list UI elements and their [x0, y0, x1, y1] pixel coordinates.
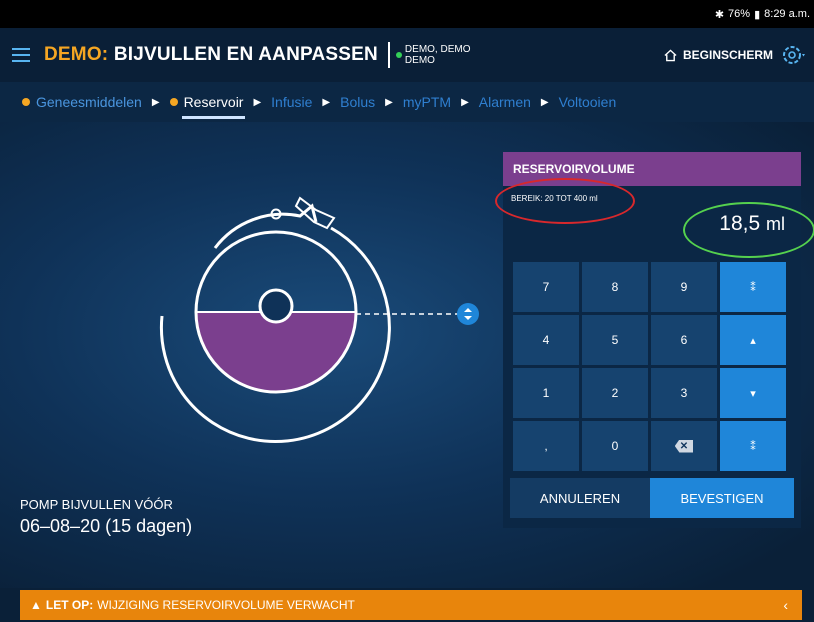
chevron-left-icon[interactable]: ‹	[783, 597, 788, 613]
warning-icon: ▲	[30, 598, 42, 612]
range-hint: BEREIK: 20 TOT 400 ml	[511, 194, 598, 203]
refill-date: 06–08–20 (15 dagen)	[20, 516, 193, 536]
main-content: RESERVOIRVOLUME BEREIK: 20 TOT 400 ml 18…	[0, 122, 814, 588]
panel-actions: ANNULEREN BEVESTIGEN	[510, 478, 794, 518]
step-label: Bolus	[340, 94, 376, 110]
home-button[interactable]: BEGINSCHERM	[664, 28, 773, 82]
bluetooth-icon: ✱	[714, 8, 725, 21]
step-myptm[interactable]: myPTM ▶	[403, 94, 479, 110]
step-arrow-icon: ▶	[151, 96, 160, 108]
patient-info: DEMO, DEMO DEMO	[395, 44, 471, 66]
numeric-keypad: 7 8 9 ⁑ 4 5 6 ▴ 1 2 3 ▾ , 0 ✕ ⁑	[513, 262, 793, 471]
step-label: Geneesmiddelen	[36, 94, 142, 110]
step-label: Alarmen	[478, 94, 531, 110]
key-comma[interactable]: ,	[513, 421, 579, 471]
patient-id: DEMO	[404, 55, 435, 66]
status-bar: ✱ 76% ▮ 8:29 a.m.	[0, 0, 814, 28]
level-adjust-handle[interactable]	[457, 303, 479, 325]
step-label: Reservoir	[181, 94, 246, 119]
header-divider	[387, 42, 390, 68]
step-label: Infusie	[271, 94, 313, 110]
key-4[interactable]: 4	[513, 315, 579, 365]
hamburger-menu-icon[interactable]	[12, 48, 30, 62]
reservoir-cap-outline	[213, 203, 318, 249]
double-chevron-up-icon: ⁑	[750, 281, 756, 294]
chevron-up-icon: ▴	[750, 334, 756, 347]
step-reservoir[interactable]: Reservoir ▶	[169, 94, 272, 119]
step-arrow-icon: ▶	[540, 96, 549, 108]
connection-status-dot	[395, 52, 402, 58]
step-arrow-icon: ▶	[461, 96, 469, 108]
volume-unit: ml	[766, 214, 785, 234]
step-done-dot	[22, 98, 30, 106]
double-chevron-down-icon: ⁑	[750, 440, 756, 453]
step-label: Voltooien	[558, 94, 617, 110]
step-label: myPTM	[402, 94, 452, 110]
key-0[interactable]: 0	[582, 421, 648, 471]
key-9[interactable]: 9	[651, 262, 717, 312]
step-arrow-icon: ▶	[385, 96, 393, 108]
key-8[interactable]: 8	[582, 262, 648, 312]
alert-text: WIJZIGING RESERVOIRVOLUME VERWACHT	[97, 598, 355, 612]
cancel-button[interactable]: ANNULEREN	[510, 478, 650, 518]
reservoir-illustration	[159, 196, 479, 444]
patient-name: DEMO, DEMO	[404, 44, 471, 55]
app-header: DEMO: BIJVULLEN EN AANPASSEN DEMO, DEMO …	[0, 28, 814, 82]
refill-before-label: POMP BIJVULLEN VÓÓR	[20, 497, 173, 512]
title-main: BIJVULLEN EN AANPASSEN	[113, 44, 378, 65]
backspace-button[interactable]: ✕	[651, 421, 717, 471]
confirm-button[interactable]: BEVESTIGEN	[650, 478, 794, 518]
gear-icon[interactable]	[780, 42, 806, 68]
key-6[interactable]: 6	[651, 315, 717, 365]
key-2[interactable]: 2	[582, 368, 648, 418]
step-arrow-icon: ▶	[322, 96, 331, 108]
volume-value: 18,5	[719, 212, 761, 235]
alert-banner[interactable]: ▲ LET OP: WIJZIGING RESERVOIRVOLUME VERW…	[20, 590, 802, 620]
page-title: DEMO: BIJVULLEN EN AANPASSEN	[44, 44, 378, 66]
title-prefix: DEMO:	[44, 44, 109, 65]
battery-icon: ▮	[754, 8, 761, 21]
step-infusie[interactable]: Infusie ▶	[271, 94, 340, 110]
step-voltooien[interactable]: Voltooien	[559, 94, 617, 110]
chevron-down-icon: ▾	[750, 387, 756, 400]
step-up-button[interactable]: ▴	[720, 315, 786, 365]
volume-display: 18,5 ml	[719, 212, 785, 236]
reservoir-volume-panel: RESERVOIRVOLUME BEREIK: 20 TOT 400 ml 18…	[495, 152, 814, 528]
key-1[interactable]: 1	[513, 368, 579, 418]
reservoir-hub	[258, 288, 294, 324]
home-label: BEGINSCHERM	[683, 48, 774, 62]
wizard-steps: Geneesmiddelen ▶ Reservoir ▶ Infusie ▶ B…	[0, 82, 814, 122]
alert-strong: LET OP:	[45, 598, 94, 612]
clock: 8:29 a.m.	[764, 8, 810, 20]
step-arrow-icon: ▶	[253, 96, 262, 108]
battery-level: 76%	[728, 8, 751, 20]
backspace-icon: ✕	[674, 439, 694, 453]
step-geneesmiddelen[interactable]: Geneesmiddelen ▶	[22, 94, 170, 110]
step-large-down-button[interactable]: ⁑	[720, 421, 786, 471]
key-7[interactable]: 7	[513, 262, 579, 312]
home-icon	[664, 48, 677, 61]
key-3[interactable]: 3	[651, 368, 717, 418]
step-bolus[interactable]: Bolus ▶	[340, 94, 403, 110]
step-active-dot	[169, 98, 178, 106]
step-alarmen[interactable]: Alarmen ▶	[479, 94, 559, 110]
key-5[interactable]: 5	[582, 315, 648, 365]
step-down-button[interactable]: ▾	[720, 368, 786, 418]
step-large-up-button[interactable]: ⁑	[720, 262, 786, 312]
